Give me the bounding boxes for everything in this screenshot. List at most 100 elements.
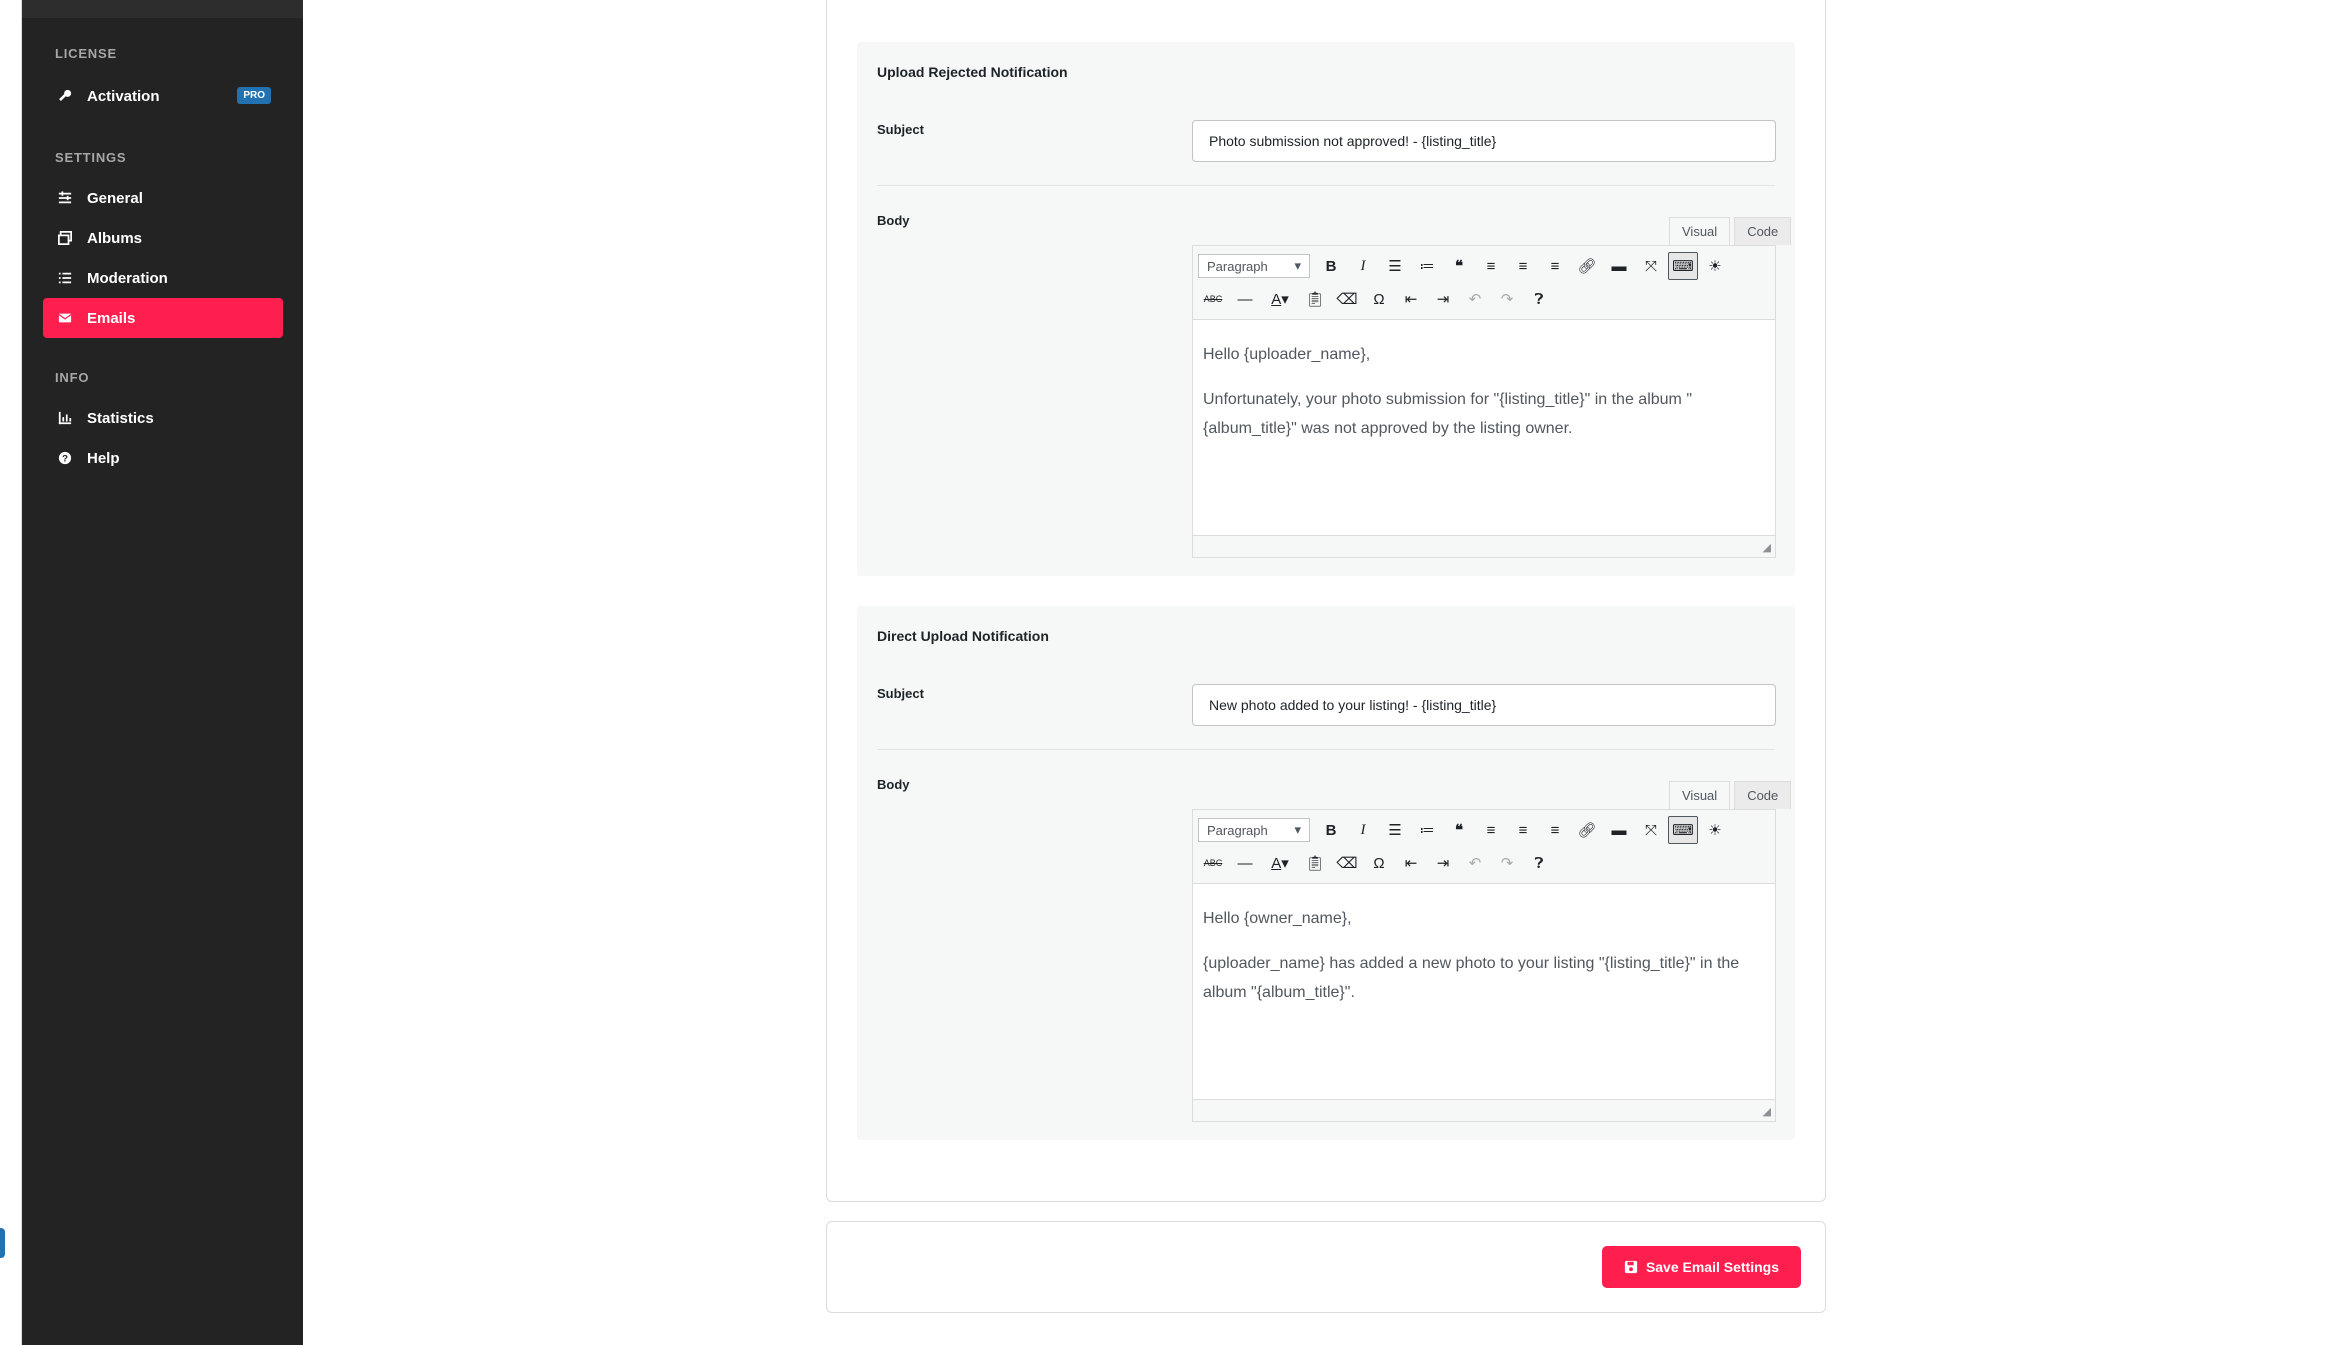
envelope-icon bbox=[57, 310, 73, 326]
editor-content[interactable]: Hello {uploader_name}, Unfortunately, yo… bbox=[1193, 320, 1775, 535]
toolbar-toggle-icon[interactable]: ⌨ bbox=[1668, 816, 1698, 844]
sidebar-item-label: Emails bbox=[87, 309, 136, 327]
read-more-icon[interactable]: ▬ bbox=[1604, 816, 1634, 844]
outdent-icon[interactable]: ⇤ bbox=[1396, 285, 1426, 313]
section-divider bbox=[877, 185, 1775, 186]
align-left-icon[interactable]: ≡ bbox=[1476, 816, 1506, 844]
sidebar-item-albums[interactable]: Albums bbox=[43, 218, 283, 258]
bullet-list-icon[interactable]: ☰ bbox=[1380, 252, 1410, 280]
numbered-list-icon[interactable]: ≔ bbox=[1412, 252, 1442, 280]
help-icon[interactable]: ❓︎ bbox=[1524, 285, 1554, 313]
bold-icon[interactable]: B bbox=[1316, 816, 1346, 844]
italic-icon[interactable]: I bbox=[1348, 252, 1378, 280]
indent-icon[interactable]: ⇥ bbox=[1428, 285, 1458, 313]
clear-formatting-icon[interactable]: ⌫ bbox=[1332, 849, 1362, 877]
body-paragraph: Unfortunately, your photo submission for… bbox=[1203, 391, 1692, 437]
blockquote-icon[interactable]: ❝ bbox=[1444, 816, 1474, 844]
sidebar-item-moderation[interactable]: Moderation bbox=[43, 258, 283, 298]
save-icon bbox=[1624, 1260, 1638, 1274]
resize-handle-icon[interactable]: ◢ bbox=[1763, 1105, 1771, 1118]
sidebar-item-label: Statistics bbox=[87, 409, 154, 427]
resize-handle-icon[interactable]: ◢ bbox=[1763, 541, 1771, 554]
editor-content[interactable]: Hello {owner_name}, {uploader_name} has … bbox=[1193, 884, 1775, 1099]
paste-text-icon[interactable]: 📋︎ bbox=[1300, 849, 1330, 877]
strikethrough-icon[interactable]: ABC bbox=[1198, 849, 1228, 877]
undo-icon[interactable]: ↶ bbox=[1460, 285, 1490, 313]
bold-icon[interactable]: B bbox=[1316, 252, 1346, 280]
format-select[interactable]: Paragraph ▾ bbox=[1198, 818, 1310, 842]
body-label: Body bbox=[877, 213, 910, 228]
sidebar-item-emails[interactable]: Emails bbox=[43, 298, 283, 338]
sidebar-item-general[interactable]: General bbox=[43, 178, 283, 218]
toolbar-row-2: ABC — A ▾ 📋︎ ⌫ Ω ⇤ ⇥ ↶ ↷ ❓︎ bbox=[1198, 848, 1556, 878]
sidebar-item-help[interactable]: ? Help bbox=[43, 438, 283, 478]
blockquote-icon[interactable]: ❝ bbox=[1444, 252, 1474, 280]
save-email-settings-button[interactable]: Save Email Settings bbox=[1601, 1246, 1801, 1288]
sidebar-item-label: Moderation bbox=[87, 269, 168, 287]
link-icon[interactable]: 🔗︎ bbox=[1572, 816, 1602, 844]
tab-visual[interactable]: Visual bbox=[1669, 217, 1731, 245]
indent-icon[interactable]: ⇥ bbox=[1428, 849, 1458, 877]
svg-text:?: ? bbox=[62, 454, 68, 465]
upload-rejected-section: Upload Rejected Notification Subject Bod… bbox=[857, 42, 1795, 576]
sidebar-item-label: Albums bbox=[87, 229, 143, 247]
body-paragraph: Hello {uploader_name}, bbox=[1203, 346, 1371, 363]
save-footer-card: Save Email Settings bbox=[826, 1221, 1826, 1313]
redo-icon[interactable]: ↷ bbox=[1492, 849, 1522, 877]
format-select-value: Paragraph bbox=[1207, 258, 1268, 274]
numbered-list-icon[interactable]: ≔ bbox=[1412, 816, 1442, 844]
subject-input[interactable] bbox=[1192, 120, 1776, 162]
paste-text-icon[interactable]: 📋︎ bbox=[1300, 285, 1330, 313]
special-character-icon[interactable]: Ω bbox=[1364, 285, 1394, 313]
horizontal-line-icon[interactable]: — bbox=[1230, 285, 1260, 313]
format-select-value: Paragraph bbox=[1207, 822, 1268, 838]
format-select[interactable]: Paragraph ▾ bbox=[1198, 254, 1310, 278]
redo-icon[interactable]: ↷ bbox=[1492, 285, 1522, 313]
undo-icon[interactable]: ↶ bbox=[1460, 849, 1490, 877]
chevron-down-icon: ▾ bbox=[1294, 258, 1301, 273]
images-icon bbox=[57, 230, 73, 246]
italic-icon[interactable]: I bbox=[1348, 816, 1378, 844]
bullet-list-icon[interactable]: ☰ bbox=[1380, 816, 1410, 844]
pro-badge: PRO bbox=[237, 87, 271, 104]
sun-icon[interactable]: ☀ bbox=[1700, 816, 1730, 844]
align-center-icon[interactable]: ≡ bbox=[1508, 252, 1538, 280]
tab-code[interactable]: Code bbox=[1734, 781, 1792, 809]
help-icon: ? bbox=[57, 450, 73, 466]
sidebar-section-license: LICENSE bbox=[55, 46, 117, 61]
chart-icon bbox=[57, 410, 73, 426]
tab-code[interactable]: Code bbox=[1734, 217, 1792, 245]
strikethrough-icon[interactable]: ABC bbox=[1198, 285, 1228, 313]
clear-formatting-icon[interactable]: ⌫ bbox=[1332, 285, 1362, 313]
toolbar-toggle-icon[interactable]: ⌨ bbox=[1668, 252, 1698, 280]
fullscreen-icon[interactable]: ⤧ bbox=[1636, 816, 1666, 844]
section-divider bbox=[877, 749, 1775, 750]
align-left-icon[interactable]: ≡ bbox=[1476, 252, 1506, 280]
special-character-icon[interactable]: Ω bbox=[1364, 849, 1394, 877]
sidebar-item-statistics[interactable]: Statistics bbox=[43, 398, 283, 438]
sliders-icon bbox=[57, 190, 73, 206]
sun-icon[interactable]: ☀ bbox=[1700, 252, 1730, 280]
subject-input[interactable] bbox=[1192, 684, 1776, 726]
chevron-down-icon: ▾ bbox=[1294, 822, 1301, 837]
text-color-icon[interactable]: A ▾ bbox=[1262, 285, 1298, 313]
editor-statusbar: ◢ bbox=[1193, 535, 1775, 557]
text-color-icon[interactable]: A ▾ bbox=[1262, 849, 1298, 877]
align-center-icon[interactable]: ≡ bbox=[1508, 816, 1538, 844]
link-icon[interactable]: 🔗︎ bbox=[1572, 252, 1602, 280]
key-icon bbox=[57, 88, 73, 104]
outdent-icon[interactable]: ⇤ bbox=[1396, 849, 1426, 877]
sidebar-item-activation[interactable]: Activation PRO bbox=[43, 76, 283, 116]
toolbar-row-2: ABC — A ▾ 📋︎ ⌫ Ω ⇤ ⇥ ↶ ↷ ❓︎ bbox=[1198, 284, 1556, 314]
edge-indicator bbox=[0, 1228, 5, 1258]
horizontal-line-icon[interactable]: — bbox=[1230, 849, 1260, 877]
help-icon[interactable]: ❓︎ bbox=[1524, 849, 1554, 877]
fullscreen-icon[interactable]: ⤧ bbox=[1636, 252, 1666, 280]
subject-label: Subject bbox=[877, 686, 924, 701]
tab-visual[interactable]: Visual bbox=[1669, 781, 1731, 809]
align-right-icon[interactable]: ≡ bbox=[1540, 816, 1570, 844]
section-title: Upload Rejected Notification bbox=[877, 64, 1068, 80]
sidebar-item-label: Help bbox=[87, 449, 120, 467]
align-right-icon[interactable]: ≡ bbox=[1540, 252, 1570, 280]
read-more-icon[interactable]: ▬ bbox=[1604, 252, 1634, 280]
